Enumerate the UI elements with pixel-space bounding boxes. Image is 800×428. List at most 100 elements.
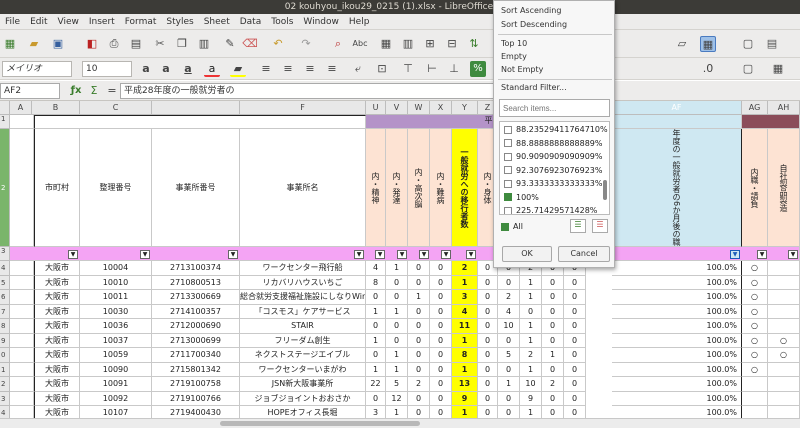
col-header-f[interactable]: F: [240, 101, 366, 115]
cell-k[interactable]: 0: [564, 333, 586, 348]
cell-h[interactable]: 0: [498, 362, 520, 377]
cell-ah[interactable]: [768, 377, 800, 392]
menu-file[interactable]: File: [0, 14, 25, 30]
new-icon[interactable]: ▦: [2, 36, 18, 52]
cell-ag[interactable]: [742, 391, 768, 406]
col-header-a[interactable]: A: [10, 101, 32, 115]
cell-city[interactable]: 大阪市: [34, 362, 80, 377]
menu-view[interactable]: View: [53, 14, 84, 30]
cell-ag[interactable]: [742, 377, 768, 392]
cell-x[interactable]: 0: [430, 261, 452, 276]
cell-v[interactable]: 12: [386, 391, 408, 406]
row-header[interactable]: 0: [0, 348, 10, 363]
justify-icon[interactable]: ≡: [324, 61, 340, 77]
cell-seiri[interactable]: 10036: [80, 319, 152, 334]
standard-filter-item[interactable]: Standard Filter...: [501, 83, 567, 92]
cell-w[interactable]: 0: [408, 362, 430, 377]
cell-w[interactable]: 0: [408, 275, 430, 290]
cell-i[interactable]: 1: [520, 362, 542, 377]
cell-h[interactable]: 10: [498, 319, 520, 334]
bg-color-icon[interactable]: ▦: [770, 61, 786, 77]
cell-h[interactable]: 0: [498, 275, 520, 290]
cell-af1[interactable]: [612, 115, 742, 129]
cell-no[interactable]: 2719100766: [152, 391, 240, 406]
comment-icon[interactable]: ▱: [674, 36, 690, 52]
col-header-b[interactable]: B: [32, 101, 80, 115]
function-wizard-icon[interactable]: ƒx: [68, 83, 84, 99]
cell-i[interactable]: 9: [520, 391, 542, 406]
cell-city[interactable]: 大阪市: [34, 290, 80, 305]
autofilter-button-x[interactable]: ▼: [441, 250, 451, 259]
clone-formatting-icon[interactable]: ✎: [222, 36, 238, 52]
insert-cols-icon[interactable]: ⊟: [444, 36, 460, 52]
cell-no[interactable]: 2713300669: [152, 290, 240, 305]
hdr-seiri[interactable]: 整理番号: [80, 129, 152, 247]
cell-h[interactable]: 1: [498, 377, 520, 392]
cell-j[interactable]: 0: [542, 304, 564, 319]
col-header-e[interactable]: [152, 101, 240, 115]
autofilter-button-e[interactable]: ▼: [228, 250, 238, 259]
sort-ascending-item[interactable]: Sort Ascending: [501, 6, 561, 15]
align-top-icon[interactable]: ⊤: [400, 61, 416, 77]
cell-ah[interactable]: ○: [768, 333, 800, 348]
hdr-v[interactable]: 内・発達: [386, 129, 408, 247]
cell-city[interactable]: 大阪市: [34, 377, 80, 392]
cell-ag[interactable]: ○: [742, 275, 768, 290]
cell-no[interactable]: 2711700340: [152, 348, 240, 363]
cell-k[interactable]: 0: [564, 290, 586, 305]
cell-z[interactable]: 0: [478, 290, 498, 305]
cell-i[interactable]: 2: [520, 348, 542, 363]
cell-a[interactable]: [10, 275, 34, 290]
cell-city[interactable]: 大阪市: [34, 304, 80, 319]
autofilter-button-ah[interactable]: ▼: [788, 250, 798, 259]
row-header[interactable]: 8: [0, 319, 10, 334]
menu-sheet[interactable]: Sheet: [199, 14, 235, 30]
cell-af[interactable]: 100.0%: [612, 391, 742, 406]
cell-ag[interactable]: ○: [742, 362, 768, 377]
cell-v[interactable]: 0: [386, 333, 408, 348]
cell-y[interactable]: 11: [452, 319, 478, 334]
row-header[interactable]: 3: [0, 391, 10, 406]
percent-icon[interactable]: %: [470, 61, 486, 77]
cell-a[interactable]: [10, 304, 34, 319]
cell-name[interactable]: ワークセンターいまがわ: [240, 362, 366, 377]
menu-window[interactable]: Window: [298, 14, 344, 30]
cell-af[interactable]: 100.0%: [612, 348, 742, 363]
hdr-jigyosho-no[interactable]: 事業所番号: [152, 129, 240, 247]
cell-ah[interactable]: [768, 319, 800, 334]
row-header-2[interactable]: 2: [0, 129, 10, 247]
cell-h[interactable]: 2: [498, 290, 520, 305]
col-header-af[interactable]: AF: [612, 101, 742, 115]
cell-u[interactable]: 1: [366, 304, 386, 319]
wrap-icon[interactable]: ⤶: [350, 61, 366, 77]
all-checkbox-row[interactable]: All: [501, 222, 523, 231]
grid-col-icon[interactable]: ▥: [400, 36, 416, 52]
row-header[interactable]: 6: [0, 290, 10, 305]
merge-icon[interactable]: ⊡: [374, 61, 390, 77]
cell-af[interactable]: 100.0%: [612, 304, 742, 319]
cell-name[interactable]: ジョブジョイントおおさか: [240, 391, 366, 406]
cell-u[interactable]: 0: [366, 319, 386, 334]
formula-icon[interactable]: =: [104, 83, 120, 99]
cell-x[interactable]: 0: [430, 348, 452, 363]
cell-a[interactable]: [10, 348, 34, 363]
cell-x[interactable]: 0: [430, 304, 452, 319]
cell-af[interactable]: 100.0%: [612, 377, 742, 392]
filter-item-checkbox[interactable]: [504, 206, 512, 214]
highlight-icon[interactable]: ▰: [230, 61, 246, 77]
cell-no[interactable]: 2719100758: [152, 377, 240, 392]
cell-z[interactable]: 0: [478, 333, 498, 348]
hdr-u[interactable]: 内・精神: [366, 129, 386, 247]
cell-v[interactable]: 1: [386, 362, 408, 377]
hdr-ag[interactable]: 内職・請負: [742, 129, 768, 247]
cell-w[interactable]: 2: [408, 377, 430, 392]
cell-w[interactable]: 1: [408, 290, 430, 305]
cell-y[interactable]: 8: [452, 348, 478, 363]
cell-w[interactable]: 0: [408, 391, 430, 406]
filter-item[interactable]: 88.23529411764710%: [504, 125, 608, 134]
menu-edit[interactable]: Edit: [25, 14, 52, 30]
autofilter-button-b[interactable]: ▼: [68, 250, 78, 259]
cell-y[interactable]: 1: [452, 333, 478, 348]
cell-ah[interactable]: [768, 290, 800, 305]
filter-item[interactable]: 100%: [504, 193, 539, 202]
